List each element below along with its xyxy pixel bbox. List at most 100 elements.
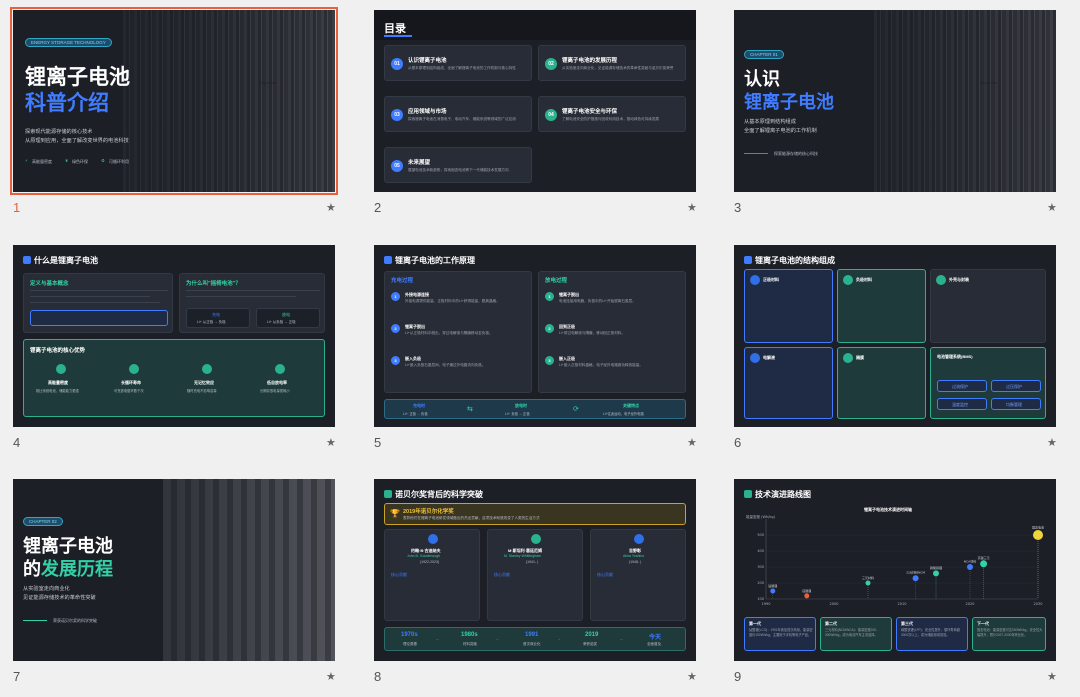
photo-label: Separator	[259, 80, 277, 85]
data-point	[1033, 530, 1043, 540]
slide-subtitle-1: 探索现代能源存储的核心技术	[25, 129, 93, 135]
gen-desc: 磷酸铁锂(LFP)：安全性提升，循环寿命超3000次以上，成为储能领域首选。	[901, 628, 960, 637]
data-point	[804, 593, 810, 599]
timeline-desc: 首次商业化	[523, 642, 541, 646]
charge-desc: Li+ 从正极 → 负极	[197, 320, 226, 324]
toc-title: 未来展望	[408, 160, 431, 166]
slide-thumbnail-3[interactable]: Separator CHAPTER 01 认识 锂离子电池 从基本原理到结构组成…	[734, 10, 1080, 232]
part-card-anode: 负极材料	[837, 269, 926, 343]
charging-panel: 充电过程 1 2 3 外接电源连接 外接电源提供能量，正极材料中的Li+获得能量…	[384, 271, 532, 393]
summary-label: 充电时	[413, 403, 425, 408]
star-icon[interactable]: ★	[326, 436, 336, 449]
slide-preview: 诺贝尔奖背后的科学突破 🏆 2019年诺贝尔化学奖 表彰他们在锂离子电池研发领域…	[374, 479, 696, 661]
part-title: 正极材料	[763, 277, 779, 282]
point-label: 锰酸锂	[802, 588, 811, 593]
slide-thumbnail-8[interactable]: 诺贝尔奖背后的科学突破 🏆 2019年诺贝尔化学奖 表彰他们在锂离子电池研发领域…	[374, 479, 720, 697]
point-label: 磷酸铁锂	[930, 565, 942, 570]
panel-title: 放电过程	[545, 278, 568, 284]
discharge-desc: Li+ 从负极 → 正极	[267, 320, 296, 324]
box-title: 为什么叫"摇椅电池"？	[186, 281, 241, 287]
step-desc: Li+穿过电解液与隔膜，移动回正极材料。	[559, 331, 625, 335]
bms-feature: 温度监控	[952, 402, 968, 407]
cycle-icon	[129, 364, 139, 374]
summary-desc: Li+: 正极 → 负极	[403, 412, 428, 416]
slide-title-part: 的	[23, 559, 41, 579]
box-title: 定义与基本概念	[30, 281, 69, 287]
slide-preview: 目录 01 认识锂离子电池 从基本原理到结构组成，全面了解锂离子电池的工作机制与…	[374, 10, 696, 192]
timeline-year: 2019	[585, 632, 599, 638]
nobel-banner: 🏆 2019年诺贝尔化学奖 表彰他们在锂离子电池研发领域做出的杰出贡献，这项技术…	[384, 503, 686, 525]
part-card-casing: 外壳与封装	[930, 269, 1046, 343]
toc-title: 应用领域与市场	[408, 109, 447, 115]
toc-desc: 从实验室走向商业化，见证能源存储技术的革命性突破与诺贝尔奖荣誉	[562, 66, 674, 70]
slide-thumbnail-6[interactable]: 锂离子电池的结构组成 正极材料 负极材料 外壳与封装 电解液 隔膜 电池管理系统…	[734, 245, 1080, 467]
slide-thumbnail-5[interactable]: 锂离子电池的工作原理 充电过程 1 2 3 外接电源连接 外接电源提供能量，正极…	[374, 245, 720, 467]
star-icon[interactable]: ★	[687, 670, 697, 683]
discharge-label: 放电	[282, 312, 290, 317]
point-label: 三元材料	[862, 575, 874, 580]
slide-title: 锂离子电池的工作原理	[395, 256, 475, 265]
toc-item-2: 02 锂离子电池的发展历程 从实验室走向商业化，见证能源存储技术的革命性突破与诺…	[538, 45, 686, 81]
laureate-card-3: 吉野彰 Akira Yoshino (1948- ) 核心贡献	[590, 529, 686, 621]
part-card-bms: 电池管理系统(BMS) 过流保护 过压保护 温度监控 均衡管理	[930, 347, 1046, 419]
slide-title-line2: 科普介绍	[25, 92, 109, 115]
slide-title-line1: 锂离子电池	[25, 66, 130, 89]
toc-number: 05	[391, 160, 403, 172]
y-tick-label: 100	[757, 597, 764, 601]
contribution-label: 核心贡献	[597, 572, 613, 577]
timeline-year: 今天	[649, 635, 662, 641]
star-icon[interactable]: ★	[1047, 201, 1057, 214]
feature-2: 绿色环保	[72, 159, 88, 164]
slide-preview: CHAPTER 02 锂离子电池 的发展历程 从实验室走向商业化 见证能源存储技…	[13, 479, 335, 661]
panel-title: 充电过程	[391, 278, 414, 284]
slide-thumbnail-2[interactable]: 目录 01 认识锂离子电池 从基本原理到结构组成，全面了解锂离子电池的工作机制与…	[374, 10, 720, 232]
data-point	[865, 580, 871, 586]
slide-thumbnail-7[interactable]: CHAPTER 02 锂离子电池 的发展历程 从实验室走向商业化 见证能源存储技…	[13, 479, 359, 697]
gen-card-4: 下一代 固态电池：能量密度可达500Wh/kg，安全性大幅提升，预计2027-2…	[972, 617, 1046, 651]
step-title: 嵌入负极	[405, 356, 421, 361]
slide-thumbnail-9[interactable]: 技术演进路线图 锂离子电池技术演进时间轴 能量密度 (Wh/kg) 100 200 3…	[734, 479, 1080, 697]
bolt-icon	[56, 364, 66, 374]
timeline-desc: 全面普及	[647, 642, 661, 646]
advantage-desc: 相比传统电池，储能能力更强	[36, 389, 79, 393]
slide-number: 1	[13, 200, 21, 215]
star-icon[interactable]: ★	[1047, 436, 1057, 449]
box-icon	[936, 275, 946, 285]
photo-label: Separator	[980, 80, 998, 85]
slide-thumbnail-4[interactable]: 什么是锂离子电池 定义与基本概念 为什么叫"摇椅电池"？ 充电 Li+ 从正极 …	[13, 245, 359, 467]
contribution-label: 核心贡献	[391, 572, 407, 577]
step-badge: 3	[545, 356, 554, 365]
book-icon	[23, 256, 31, 264]
part-card-cathode: 正极材料	[744, 269, 833, 343]
advantage-title: 高能量密度	[48, 380, 68, 385]
data-point	[967, 564, 973, 570]
point-label: 三元材料NCM	[906, 570, 925, 575]
summary-label: 关键特点	[623, 403, 639, 408]
timeline-desc: 材料突破	[463, 642, 477, 646]
memory-icon	[202, 364, 212, 374]
leaf-icon: ❦	[65, 158, 69, 163]
point-label: 高镍三元	[978, 555, 990, 560]
y-tick-label: 400	[757, 549, 764, 553]
laureate-card-2: M·斯坦利·惠廷厄姆 M. Stanley Whittingham (1941-…	[487, 529, 583, 621]
toc-number: 02	[545, 58, 557, 70]
star-icon[interactable]: ★	[326, 670, 336, 683]
star-icon[interactable]: ★	[687, 436, 697, 449]
star-icon[interactable]: ★	[1047, 670, 1057, 683]
slide-preview: Separator ENERGY STORAGE TECHNOLOGY 锂离子电…	[10, 7, 338, 195]
banner-title: 2019年诺贝尔化学奖	[403, 509, 454, 515]
star-icon[interactable]: ★	[687, 201, 697, 214]
slide-number: 5	[374, 435, 382, 450]
summary-bar: 充电时 Li+: 正极 → 负极 ⇆ 放电时 Li+: 负极 → 正极 ⟳ 关键…	[384, 399, 686, 419]
slide-preview: Separator CHAPTER 01 认识 锂离子电池 从基本原理到结构组成…	[734, 10, 1056, 192]
star-icon[interactable]: ★	[326, 201, 336, 214]
slide-footer: 探索能源存储的核心科技	[774, 151, 818, 156]
advantage-desc: 长期存放电量损耗小	[260, 389, 290, 393]
slide-thumbnail-1[interactable]: Separator ENERGY STORAGE TECHNOLOGY 锂离子电…	[10, 7, 359, 232]
gen-title: 第二代	[825, 621, 837, 626]
laureate-years: (1922-2023)	[420, 560, 440, 564]
banner-desc: 表彰他们在锂离子电池研发领域做出的杰出贡献，这项技术彻底改变了人类的生活方式	[403, 516, 540, 520]
slide-number: 3	[734, 200, 742, 215]
bms-feature: 均衡管理	[1006, 402, 1022, 407]
slide-preview: 技术演进路线图 锂离子电池技术演进时间轴 能量密度 (Wh/kg) 100 200 3…	[734, 479, 1056, 661]
